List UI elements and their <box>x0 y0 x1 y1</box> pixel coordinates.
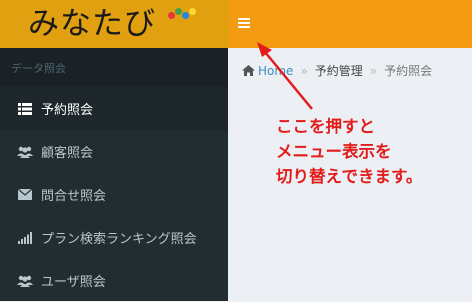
sidebar-item-inquiry[interactable]: 問合せ照会 <box>0 173 228 216</box>
envelope-icon <box>17 188 33 202</box>
logo-dot-green <box>175 8 182 15</box>
breadcrumb-separator: » <box>369 63 378 78</box>
sidebar-item-label: ユーザ照会 <box>41 275 106 290</box>
breadcrumb: Home » 予約管理 » 予約照会 <box>242 62 432 79</box>
logo-dot-yellow <box>189 8 196 15</box>
sidebar-item-customer[interactable]: 顧客照会 <box>0 130 228 173</box>
list-icon <box>17 102 33 116</box>
sidebar-item-plan-ranking[interactable]: プラン検索ランキング照会 <box>0 216 228 259</box>
top-navbar <box>228 0 472 48</box>
annotation-callout: ここを押すと メニュー表示を 切り替えできます。 <box>276 114 468 189</box>
sidebar-item-label: 顧客照会 <box>41 146 94 161</box>
sidebar-header: データ照会 <box>0 48 228 87</box>
breadcrumb-home-label: Home <box>258 63 294 78</box>
sidebar-item-reservation[interactable]: 予約照会 <box>0 87 228 130</box>
logo-dot-red <box>168 12 175 19</box>
annotation-line: メニュー表示を <box>276 142 392 161</box>
users-icon <box>17 145 33 159</box>
breadcrumb-home[interactable]: Home <box>242 64 293 78</box>
sidebar-item-label: プラン検索ランキング照会 <box>41 232 197 247</box>
logo-dot-blue <box>182 12 189 19</box>
breadcrumb-item[interactable]: 予約管理 <box>315 62 363 79</box>
hamburger-icon[interactable] <box>238 13 258 33</box>
annotation-line: 切り替えできます。 <box>276 167 423 186</box>
sidebar-item-label: 予約照会 <box>41 103 94 118</box>
annotation-line: ここを押すと <box>276 117 375 136</box>
users-icon <box>17 274 33 288</box>
logo-dots <box>168 8 198 20</box>
breadcrumb-current: 予約照会 <box>384 64 433 78</box>
sidebar-item-label: 問合せ照会 <box>41 189 107 204</box>
signal-icon <box>17 231 33 245</box>
logo-text: みなたび <box>28 5 156 42</box>
breadcrumb-separator: » <box>300 63 308 78</box>
sidebar: データ照会 予約照会 顧客照会 問合せ照会 プラン検索ランキング照会 ユーザ照会 <box>0 48 228 301</box>
home-icon <box>242 65 255 76</box>
sidebar-item-user[interactable]: ユーザ照会 <box>0 259 228 302</box>
logo[interactable]: みなたび <box>0 0 228 48</box>
